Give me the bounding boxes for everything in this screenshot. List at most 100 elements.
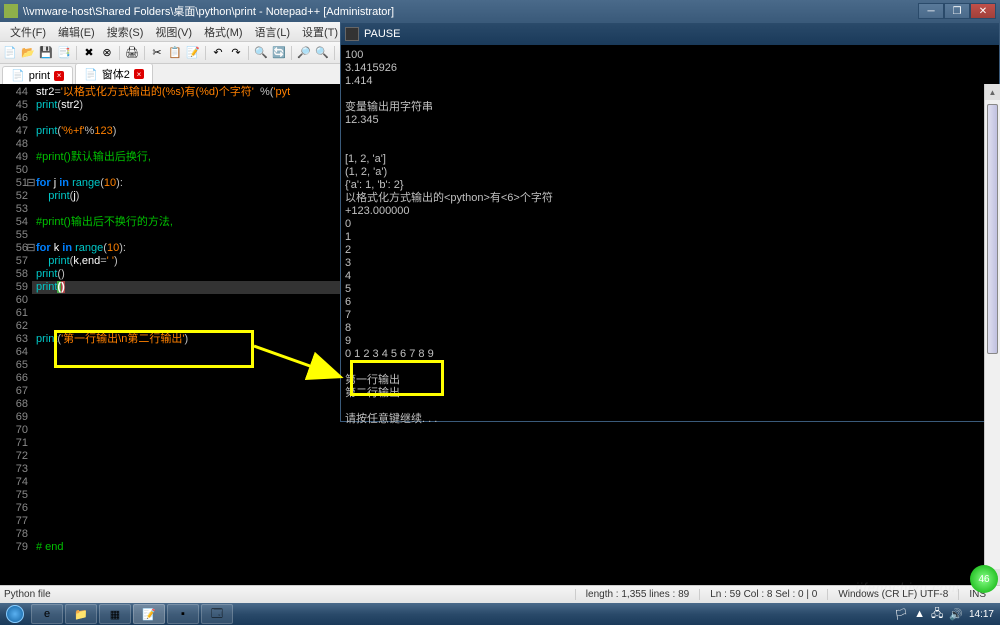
menu-item[interactable]: 搜索(S) [101,24,150,40]
console-icon [345,27,359,41]
start-button[interactable] [0,603,30,625]
code-line[interactable] [32,489,1000,502]
console-line: 4 [345,270,995,283]
save-all-icon[interactable]: 📑 [56,45,72,61]
title-bar: \\vmware-host\Shared Folders\桌面\python\p… [0,0,1000,22]
console-line: {'a': 1, 'b': 2} [345,179,995,192]
print-icon[interactable]: 🖨 [124,45,140,61]
console-line: 1.414 [345,75,995,88]
code-line[interactable] [32,502,1000,515]
close-file-icon[interactable]: ✖ [81,45,97,61]
code-line[interactable] [32,437,1000,450]
menu-item[interactable]: 语言(L) [249,24,296,40]
taskbar-explorer[interactable]: 📁 [65,604,97,624]
menu-item[interactable]: 设置(T) [296,24,344,40]
status-position: Ln : 59 Col : 8 Sel : 0 | 0 [699,589,827,600]
console-line: 8 [345,322,995,335]
console-line: 第一行输出 [345,374,995,387]
close-button[interactable]: ✕ [970,3,996,19]
taskbar-cmd[interactable]: ▪ [167,604,199,624]
close-all-icon[interactable]: ⊗ [99,45,115,61]
minimize-button[interactable]: ─ [918,3,944,19]
code-line[interactable] [32,463,1000,476]
console-window: PAUSE 1003.14159261.414变量输出用字符串12.345[1,… [340,22,1000,422]
tray-volume-icon[interactable]: 🔊 [949,608,963,621]
code-line[interactable] [32,515,1000,528]
taskbar-ie[interactable]: e [31,604,63,624]
scroll-thumb[interactable] [987,104,998,354]
console-line: 第二行输出 [345,387,995,400]
console-line: 12.345 [345,114,995,127]
copy-icon[interactable]: 📋 [167,45,183,61]
menu-item[interactable]: 文件(F) [4,24,52,40]
console-line: 请按任意键继续. . . [345,413,995,426]
status-length: length : 1,355 lines : 89 [575,589,699,600]
console-line: +123.000000 [345,205,995,218]
console-line: 7 [345,309,995,322]
system-tray[interactable]: 🏳 ▲ 🖧 🔊 14:17 [894,605,1000,624]
menu-item[interactable]: 格式(M) [198,24,249,40]
console-line: 以格式化方式输出的<python>有<6>个字符 [345,192,995,205]
menu-item[interactable]: 视图(V) [149,24,198,40]
undo-icon[interactable]: ↶ [210,45,226,61]
console-line [345,400,995,413]
app-icon [4,4,18,18]
console-line: 变量输出用字符串 [345,101,995,114]
console-output: 1003.14159261.414变量输出用字符串12.345[1, 2, 'a… [341,45,999,430]
tab-label: print [29,70,50,82]
console-line: 9 [345,335,995,348]
redo-icon[interactable]: ↷ [228,45,244,61]
tab-close-icon[interactable]: × [54,71,64,81]
console-line: 6 [345,296,995,309]
code-line[interactable]: # end [32,541,1000,554]
console-line: 0 [345,218,995,231]
window-title: \\vmware-host\Shared Folders\桌面\python\p… [23,3,918,19]
paste-icon[interactable]: 📝 [185,45,201,61]
console-line: 0 1 2 3 4 5 6 7 8 9 [345,348,995,361]
editor-tab[interactable]: 📄print× [2,66,73,84]
status-bar: Python file length : 1,355 lines : 89 Ln… [0,585,1000,603]
vertical-scrollbar[interactable]: ▲ ▼ [984,84,1000,585]
scroll-up-button[interactable]: ▲ [985,84,1000,100]
console-line: 5 [345,283,995,296]
tray-clock[interactable]: 14:17 [969,609,994,620]
replace-icon[interactable]: 🔄 [271,45,287,61]
menu-item[interactable]: 编辑(E) [52,24,101,40]
console-line: [1, 2, 'a'] [345,153,995,166]
console-line [345,88,995,101]
console-line: 2 [345,244,995,257]
tab-close-icon[interactable]: × [134,69,144,79]
line-gutter: 4445464748495051525354555657585960616263… [0,84,32,585]
maximize-button[interactable]: ❐ [944,3,970,19]
tray-network-icon[interactable]: 🖧 [931,605,943,624]
tray-notify-icon[interactable]: ▲ [914,608,925,620]
code-line[interactable] [32,476,1000,489]
save-icon[interactable]: 💾 [38,45,54,61]
taskbar-app1[interactable]: ▦ [99,604,131,624]
editor-tab[interactable]: 📄窗体2× [75,63,153,84]
zoom-in-icon[interactable]: 🔎 [296,45,312,61]
window-controls: ─ ❐ ✕ [918,3,996,19]
console-line: 3 [345,257,995,270]
console-line: 100 [345,49,995,62]
taskbar-notepadpp[interactable]: 📝 [133,604,165,624]
code-line[interactable] [32,528,1000,541]
assist-badge[interactable]: 46 [970,565,998,593]
tab-label: 窗体2 [102,66,130,82]
taskbar: e 📁 ▦ 📝 ▪ 🗔 🏳 ▲ 🖧 🔊 14:17 [0,603,1000,625]
open-file-icon[interactable]: 📂 [20,45,36,61]
watermark: jifengchiyu.com [855,580,960,595]
console-line: (1, 2, 'a') [345,166,995,179]
tray-flag-icon[interactable]: 🏳 [894,608,908,621]
new-file-icon[interactable]: 📄 [2,45,18,61]
console-line [345,361,995,374]
code-line[interactable] [32,450,1000,463]
console-line [345,140,995,153]
status-filetype: Python file [4,589,575,600]
taskbar-app2[interactable]: 🗔 [201,604,233,624]
zoom-out-icon[interactable]: 🔍 [314,45,330,61]
find-icon[interactable]: 🔍 [253,45,269,61]
console-line [345,127,995,140]
console-titlebar[interactable]: PAUSE [341,23,999,45]
cut-icon[interactable]: ✂ [149,45,165,61]
